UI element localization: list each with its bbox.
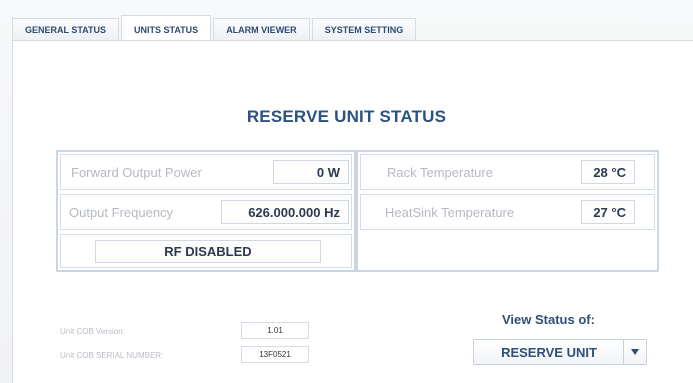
rack-temperature-value: 28 °C — [581, 160, 635, 184]
output-frequency-label: Output Frequency — [69, 204, 174, 220]
forward-output-power-row: Forward Output Power 0 W — [60, 154, 352, 190]
tab-alarm-viewer[interactable]: ALARM VIEWER — [213, 18, 310, 40]
rf-state-row: RF DISABLED — [60, 234, 352, 268]
right-status-panel: Rack Temperature 28 °C HeatSink Temperat… — [356, 150, 659, 272]
rack-temperature-row: Rack Temperature 28 °C — [360, 154, 655, 190]
output-frequency-value: 626.000.000 Hz — [221, 200, 349, 224]
heatsink-temperature-row: HeatSink Temperature 27 °C — [360, 194, 655, 230]
forward-output-power-label: Forward Output Power — [71, 164, 202, 180]
tab-units-status[interactable]: UNITS STATUS — [121, 15, 212, 41]
cob-version-label: Unit COB Version: — [60, 327, 125, 336]
output-frequency-row: Output Frequency 626.000.000 Hz — [60, 194, 352, 230]
view-status-selected-value: RESERVE UNIT — [501, 344, 597, 360]
cob-serial-value: 13F0521 — [241, 346, 309, 363]
heatsink-temperature-value: 27 °C — [581, 200, 635, 224]
chevron-down-icon[interactable] — [623, 340, 646, 364]
cob-serial-label: Unit COB SERIAL NUMBER: — [60, 351, 164, 360]
tab-system-setting[interactable]: SYSTEM SETTING — [311, 18, 417, 40]
forward-output-power-value: 0 W — [273, 160, 349, 184]
tab-bar: GENERAL STATUS UNITS STATUS ALARM VIEWER… — [12, 14, 418, 41]
left-status-panel: Forward Output Power 0 W Output Frequenc… — [56, 150, 356, 272]
view-status-select[interactable]: RESERVE UNIT — [473, 339, 647, 365]
units-status-screen: GENERAL STATUS UNITS STATUS ALARM VIEWER… — [0, 0, 693, 383]
heatsink-temperature-label: HeatSink Temperature — [385, 204, 515, 220]
page-title: RESERVE UNIT STATUS — [246, 107, 447, 126]
rack-temperature-label: Rack Temperature — [387, 164, 493, 180]
view-status-label: View Status of: — [502, 312, 595, 327]
cob-version-value: 1.01 — [241, 322, 309, 339]
rf-state-indicator: RF DISABLED — [95, 240, 321, 263]
tab-general-status[interactable]: GENERAL STATUS — [12, 18, 120, 40]
